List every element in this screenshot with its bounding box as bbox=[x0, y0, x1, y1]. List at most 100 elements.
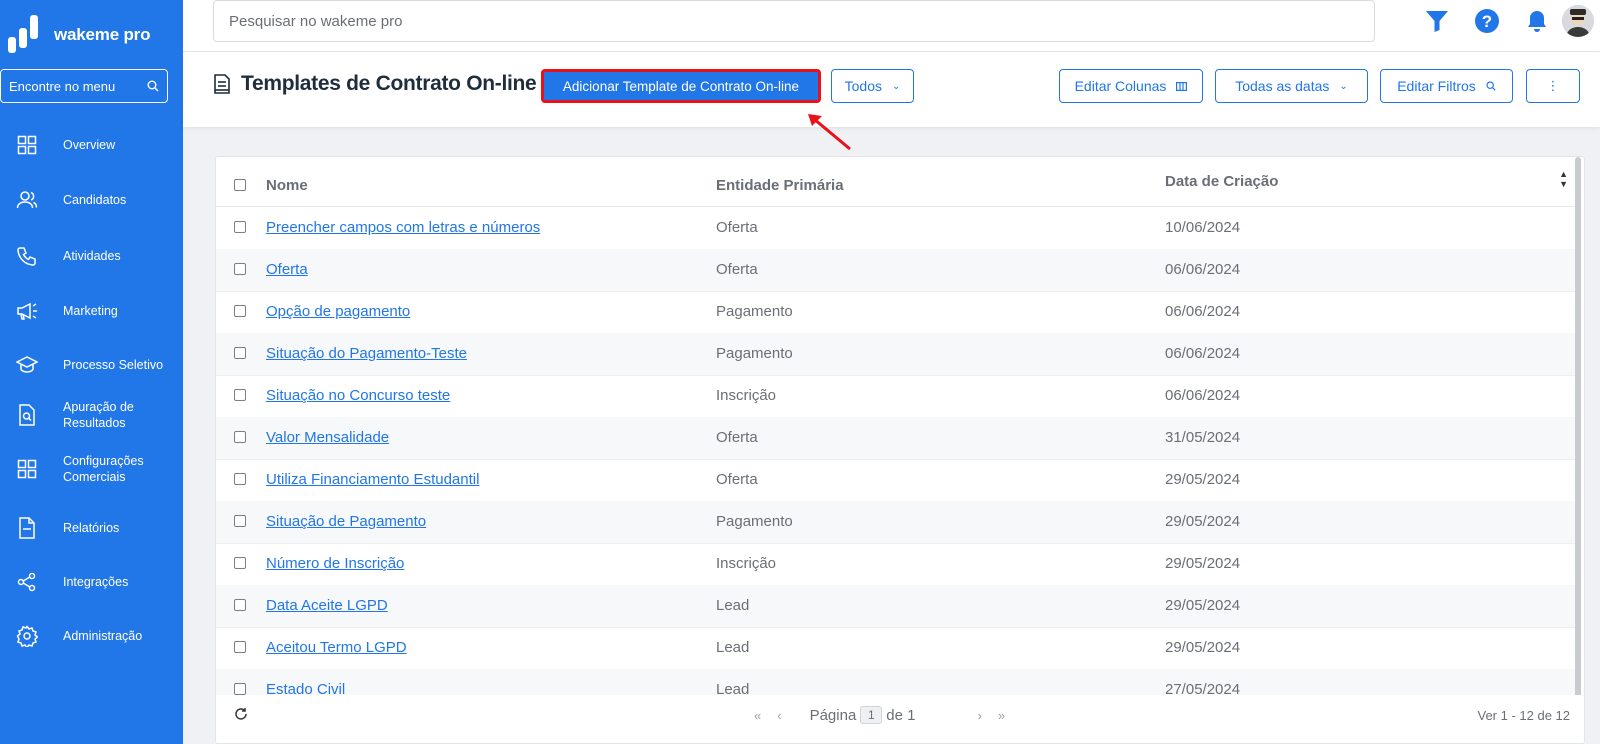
svg-text:?: ? bbox=[1482, 12, 1492, 31]
template-name-link[interactable]: Opção de pagamento bbox=[266, 303, 410, 320]
table-header: Nome Entidade Primária Data de Criação ▲… bbox=[216, 157, 1576, 207]
template-name-link[interactable]: Situação do Pagamento-Teste bbox=[266, 345, 467, 362]
template-name-link[interactable]: Utiliza Financiamento Estudantil bbox=[266, 471, 479, 488]
select-all-checkbox[interactable] bbox=[234, 179, 246, 191]
search-icon bbox=[1486, 81, 1496, 91]
created-date: 27/05/2024 bbox=[1165, 681, 1241, 695]
record-count: Ver 1 - 12 de 12 bbox=[1477, 708, 1570, 723]
primary-entity: Pagamento bbox=[716, 303, 793, 320]
template-name-link[interactable]: Número de Inscrição bbox=[266, 555, 404, 572]
table-row: Opção de pagamento Pagamento 06/06/2024 bbox=[216, 291, 1576, 334]
sort-icon[interactable]: ▲ ▼ bbox=[1559, 169, 1568, 189]
page-title: Templates de Contrato On-line bbox=[213, 72, 537, 96]
brand-name: wakeme pro bbox=[54, 25, 151, 44]
sidebar-item-configuracoes-comerciais[interactable]: Configurações Comerciais bbox=[0, 453, 183, 485]
help-icon[interactable]: ? bbox=[1462, 4, 1512, 38]
row-checkbox[interactable] bbox=[234, 389, 246, 401]
users-icon bbox=[14, 187, 40, 213]
report-icon bbox=[14, 515, 40, 541]
primary-entity: Oferta bbox=[716, 219, 758, 236]
template-name-link[interactable]: Situação no Concurso teste bbox=[266, 387, 450, 404]
templates-table: Nome Entidade Primária Data de Criação ▲… bbox=[215, 156, 1585, 744]
template-name-link[interactable]: Data Aceite LGPD bbox=[266, 597, 388, 614]
sidebar-item-processo-seletivo[interactable]: Processo Seletivo bbox=[0, 352, 183, 378]
avatar[interactable] bbox=[1562, 5, 1594, 37]
global-search-placeholder: Pesquisar no wakeme pro bbox=[229, 12, 403, 30]
next-page-icon[interactable]: › bbox=[978, 708, 982, 723]
row-checkbox[interactable] bbox=[234, 305, 246, 317]
created-date: 29/05/2024 bbox=[1165, 555, 1241, 572]
table-scrollbar[interactable] bbox=[1575, 157, 1581, 697]
template-name-link[interactable]: Oferta bbox=[266, 261, 308, 278]
topbar: Pesquisar no wakeme pro ? bbox=[183, 0, 1600, 52]
row-checkbox[interactable] bbox=[234, 683, 246, 695]
page-label: Página bbox=[809, 706, 857, 724]
sidebar-item-administracao[interactable]: Administração bbox=[0, 623, 183, 649]
table-row: Situação do Pagamento-Teste Pagamento 06… bbox=[216, 333, 1576, 376]
sidebar-item-label: Integrações bbox=[63, 575, 129, 589]
menu-search-input[interactable]: Encontre no menu bbox=[0, 69, 168, 103]
add-template-button[interactable]: Adicionar Template de Contrato On-line bbox=[541, 69, 821, 103]
date-range-label: Todas as datas bbox=[1235, 78, 1330, 94]
sidebar-item-overview[interactable]: Overview bbox=[0, 132, 183, 158]
template-name-link[interactable]: Preencher campos com letras e números bbox=[266, 219, 540, 236]
edit-columns-button[interactable]: Editar Colunas bbox=[1059, 69, 1203, 103]
share-icon bbox=[14, 569, 40, 595]
sidebar-item-candidatos[interactable]: Candidatos bbox=[0, 187, 183, 213]
bell-icon[interactable] bbox=[1512, 4, 1562, 38]
sidebar-item-atividades[interactable]: Atividades bbox=[0, 243, 183, 269]
sidebar-item-integracoes[interactable]: Integrações bbox=[0, 569, 183, 595]
row-checkbox[interactable] bbox=[234, 599, 246, 611]
template-name-link[interactable]: Valor Mensalidade bbox=[266, 429, 389, 446]
primary-entity: Inscrição bbox=[716, 555, 777, 572]
column-header-entidade[interactable]: Entidade Primária bbox=[716, 177, 844, 194]
grid-icon bbox=[14, 132, 40, 158]
sidebar-item-label: Atividades bbox=[63, 249, 121, 263]
refresh-icon[interactable] bbox=[234, 707, 248, 721]
row-checkbox[interactable] bbox=[234, 347, 246, 359]
primary-entity: Lead bbox=[716, 681, 750, 695]
table-row: Oferta Oferta 06/06/2024 bbox=[216, 249, 1576, 292]
sidebar-item-label: Processo Seletivo bbox=[63, 358, 164, 372]
created-date: 06/06/2024 bbox=[1165, 303, 1241, 320]
created-date: 29/05/2024 bbox=[1165, 471, 1241, 488]
first-page-icon[interactable]: « bbox=[754, 708, 761, 723]
topbar-icons: ? bbox=[1412, 4, 1600, 38]
page-number-input[interactable]: 1 bbox=[860, 706, 883, 724]
table-row: Número de Inscrição Inscrição 29/05/2024 bbox=[216, 543, 1576, 586]
column-header-nome[interactable]: Nome bbox=[266, 177, 308, 194]
row-checkbox[interactable] bbox=[234, 221, 246, 233]
template-name-link[interactable]: Situação de Pagamento bbox=[266, 513, 426, 530]
sidebar-item-relatorios[interactable]: Relatórios bbox=[0, 515, 183, 541]
more-options-button[interactable]: ⋮ bbox=[1526, 69, 1580, 103]
template-name-link[interactable]: Estado Civil bbox=[266, 681, 345, 695]
row-checkbox[interactable] bbox=[234, 557, 246, 569]
todos-dropdown-label: Todos bbox=[844, 78, 882, 94]
brand[interactable]: wakeme pro bbox=[0, 0, 183, 70]
table-row: Utiliza Financiamento Estudantil Oferta … bbox=[216, 459, 1576, 502]
sidebar-item-marketing[interactable]: Marketing bbox=[0, 298, 183, 324]
last-page-icon[interactable]: » bbox=[998, 708, 1005, 723]
edit-filters-button[interactable]: Editar Filtros bbox=[1380, 69, 1513, 103]
column-header-data[interactable]: Data de Criação bbox=[1165, 173, 1278, 190]
row-checkbox[interactable] bbox=[234, 473, 246, 485]
row-checkbox[interactable] bbox=[234, 263, 246, 275]
filter-icon[interactable] bbox=[1412, 4, 1462, 38]
date-range-dropdown[interactable]: Todas as datas ⌄ bbox=[1215, 69, 1368, 103]
row-checkbox[interactable] bbox=[234, 641, 246, 653]
row-checkbox[interactable] bbox=[234, 515, 246, 527]
created-date: 29/05/2024 bbox=[1165, 597, 1241, 614]
pagination: « ‹ Página 1 de 1 › » bbox=[746, 706, 1013, 724]
gear-icon bbox=[14, 623, 40, 649]
sidebar-item-label: Administração bbox=[63, 629, 143, 643]
phone-icon bbox=[14, 243, 40, 269]
template-name-link[interactable]: Aceitou Termo LGPD bbox=[266, 639, 407, 656]
table-row: Valor Mensalidade Oferta 31/05/2024 bbox=[216, 417, 1576, 460]
prev-page-icon[interactable]: ‹ bbox=[777, 708, 781, 723]
search-icon bbox=[147, 80, 159, 92]
global-search-input[interactable]: Pesquisar no wakeme pro bbox=[213, 0, 1375, 42]
sidebar-item-apuracao-resultados[interactable]: Apuração de Resultados bbox=[0, 399, 183, 431]
row-checkbox[interactable] bbox=[234, 431, 246, 443]
primary-entity: Oferta bbox=[716, 429, 758, 446]
todos-dropdown[interactable]: Todos ⌄ bbox=[831, 69, 914, 103]
